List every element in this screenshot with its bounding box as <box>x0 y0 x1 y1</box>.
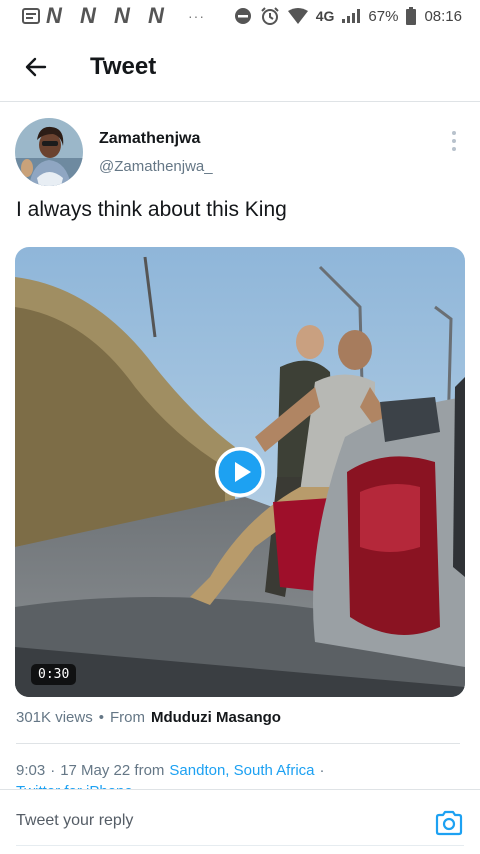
more-options-button[interactable] <box>442 128 466 154</box>
tweet-meta: 9:03 · 17 May 22 from Sandton, South Afr… <box>16 762 325 779</box>
reply-bar: Tweet your reply <box>0 789 480 854</box>
video-duration: 0:30 <box>31 664 77 685</box>
notification-badge: N <box>148 3 164 28</box>
avatar[interactable] <box>15 118 83 186</box>
page-title: Tweet <box>90 52 157 80</box>
from-label: From <box>109 709 145 726</box>
dnd-icon <box>234 7 252 25</box>
tweet-time: 9:03 <box>16 762 46 779</box>
kebab-dot-icon <box>452 139 456 143</box>
user-handle[interactable]: @Zamathenjwa_ <box>99 158 213 175</box>
meta-separator: · <box>50 762 56 779</box>
display-name[interactable]: Zamathenjwa <box>99 130 200 148</box>
camera-button[interactable] <box>434 808 464 838</box>
signal-icon <box>342 9 361 23</box>
view-count-line: 301K views • From Mduduzi Masango <box>16 709 281 726</box>
notification-badge: N <box>46 3 62 28</box>
arrow-left-icon <box>25 57 47 76</box>
battery-percent: 67% <box>368 7 399 25</box>
play-button[interactable] <box>215 447 265 497</box>
status-left: N N N N ··· <box>22 3 205 29</box>
gallery-icon <box>22 7 40 25</box>
tweet-detail-screen: N N N N ··· 4G 67% 08:16 Tweet Zamathenj… <box>0 0 480 854</box>
camera-icon <box>435 810 463 836</box>
top-bar: Tweet <box>0 32 480 102</box>
bullet-separator: • <box>98 709 104 726</box>
tweet-text: I always think about this King <box>16 198 287 221</box>
network-type: 4G <box>315 8 335 24</box>
view-count: 301K views <box>16 709 93 726</box>
notification-badge: N <box>80 3 96 28</box>
alarm-icon <box>260 6 280 26</box>
more-notifications: ··· <box>188 8 205 24</box>
video-player[interactable]: 0:30 <box>15 247 465 697</box>
status-bar: N N N N ··· 4G 67% 08:16 <box>0 0 480 32</box>
wifi-icon <box>287 8 308 24</box>
reply-input[interactable]: Tweet your reply <box>16 812 133 830</box>
tweet-date: 17 May 22 from <box>60 762 165 779</box>
kebab-dot-icon <box>452 131 456 135</box>
divider <box>16 743 460 744</box>
play-icon <box>215 447 265 497</box>
tweet-author-row: Zamathenjwa @Zamathenjwa_ <box>0 102 480 188</box>
kebab-dot-icon <box>452 147 456 151</box>
notification-badge: N <box>114 3 130 28</box>
location-link[interactable]: Sandton, South Africa <box>169 762 314 779</box>
clock: 08:16 <box>424 7 462 25</box>
source-account-link[interactable]: Mduduzi Masango <box>151 709 281 726</box>
tweet: Zamathenjwa @Zamathenjwa_ I always think… <box>0 102 480 792</box>
status-right: 4G 67% 08:16 <box>234 6 462 26</box>
battery-icon <box>406 7 417 25</box>
back-button[interactable] <box>18 49 54 85</box>
meta-separator: · <box>319 762 325 779</box>
reply-underline <box>16 845 464 846</box>
